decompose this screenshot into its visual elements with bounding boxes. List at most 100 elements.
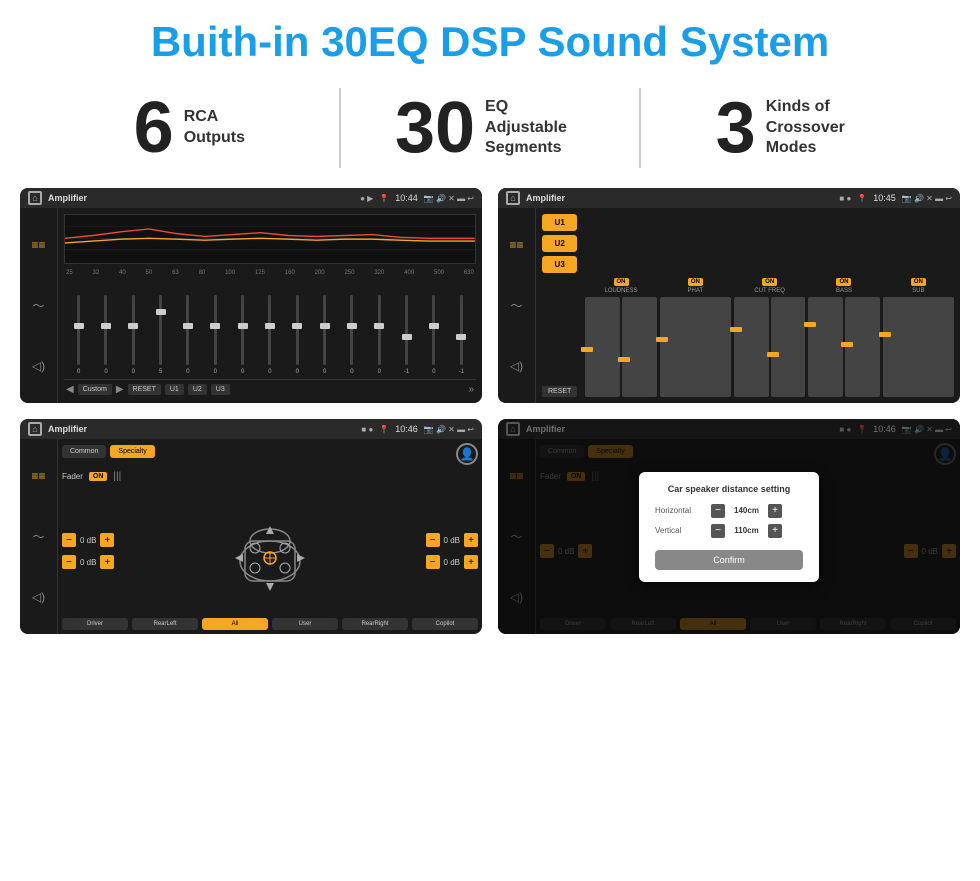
slider-col-6[interactable]: 0: [203, 295, 228, 375]
slider-thumb-13[interactable]: [402, 334, 412, 340]
driver-btn[interactable]: Driver: [62, 618, 128, 630]
slider-col-10[interactable]: 0: [312, 295, 337, 375]
sub-slider-1[interactable]: [883, 297, 954, 397]
tab-common[interactable]: Common: [62, 445, 106, 458]
prev-arrow[interactable]: ◀: [66, 384, 74, 395]
bass-slider-1[interactable]: [808, 297, 843, 397]
sub-thumb-1[interactable]: [879, 332, 891, 337]
slider-track-3[interactable]: [132, 295, 135, 365]
slider-thumb-8[interactable]: [265, 323, 275, 329]
loudness-thumb-2[interactable]: [618, 357, 630, 362]
vol-minus-2[interactable]: −: [62, 555, 76, 569]
slider-thumb-11[interactable]: [347, 323, 357, 329]
cutfreq-thumb-1[interactable]: [730, 327, 742, 332]
slider-track-12[interactable]: [378, 295, 381, 365]
loudness-slider-2[interactable]: [622, 297, 657, 397]
slider-thumb-6[interactable]: [210, 323, 220, 329]
slider-col-3[interactable]: 0: [121, 295, 146, 375]
stat-number-eq: 30: [395, 92, 475, 164]
vol-plus-4[interactable]: +: [464, 555, 478, 569]
status-time-2: 10:45: [873, 193, 896, 203]
bass-thumb-2[interactable]: [841, 342, 853, 347]
slider-col-12[interactable]: 0: [367, 295, 392, 375]
slider-thumb-4[interactable]: [156, 309, 166, 315]
loudness-slider-1[interactable]: [585, 297, 620, 397]
slider-col-2[interactable]: 0: [93, 295, 118, 375]
speaker-icon: ◁): [32, 359, 45, 373]
vol-minus-4[interactable]: −: [426, 555, 440, 569]
slider-thumb-2[interactable]: [101, 323, 111, 329]
slider-track-8[interactable]: [268, 295, 271, 365]
slider-thumb-3[interactable]: [128, 323, 138, 329]
u1-button[interactable]: U1: [165, 384, 184, 395]
bass-slider-2[interactable]: [845, 297, 880, 397]
slider-col-4[interactable]: 5: [148, 295, 173, 375]
custom-button[interactable]: Custom: [78, 384, 112, 395]
slider-col-1[interactable]: 0: [66, 295, 91, 375]
vertical-control: − 110cm +: [711, 524, 782, 538]
user-btn[interactable]: User: [272, 618, 338, 630]
u3-btn-screen2[interactable]: U3: [542, 256, 577, 273]
slider-col-13[interactable]: -1: [394, 295, 419, 375]
vol-minus-3[interactable]: −: [426, 533, 440, 547]
vertical-minus[interactable]: −: [711, 524, 725, 538]
slider-col-5[interactable]: 0: [175, 295, 200, 375]
reset-btn-screen2[interactable]: RESET: [542, 386, 577, 397]
slider-track-1[interactable]: [77, 295, 80, 365]
u1-btn-screen2[interactable]: U1: [542, 214, 577, 231]
slider-track-13[interactable]: [405, 295, 408, 365]
slider-thumb-15[interactable]: [456, 334, 466, 340]
rearleft-btn[interactable]: RearLeft: [132, 618, 198, 630]
slider-track-2[interactable]: [104, 295, 107, 365]
slider-thumb-10[interactable]: [320, 323, 330, 329]
slider-col-11[interactable]: 0: [339, 295, 364, 375]
fader-sliders-icon: |||: [113, 471, 121, 482]
vol-plus-1[interactable]: +: [100, 533, 114, 547]
next-arrow[interactable]: ▶: [116, 384, 124, 395]
slider-thumb-12[interactable]: [374, 323, 384, 329]
vertical-label: Vertical: [655, 526, 705, 535]
slider-thumb-9[interactable]: [292, 323, 302, 329]
vol-plus-3[interactable]: +: [464, 533, 478, 547]
cutfreq-thumb-2[interactable]: [767, 352, 779, 357]
slider-track-5[interactable]: [186, 295, 189, 365]
slider-thumb-5[interactable]: [183, 323, 193, 329]
tab-specialty[interactable]: Specialty: [110, 445, 154, 458]
slider-col-15[interactable]: -1: [449, 295, 474, 375]
copilot-btn[interactable]: Copilot: [412, 618, 478, 630]
slider-thumb-1[interactable]: [74, 323, 84, 329]
u3-button[interactable]: U3: [211, 384, 230, 395]
vol-plus-2[interactable]: +: [100, 555, 114, 569]
cutfreq-slider-1[interactable]: [734, 297, 769, 397]
slider-thumb-14[interactable]: [429, 323, 439, 329]
horizontal-plus[interactable]: +: [768, 504, 782, 518]
slider-col-14[interactable]: 0: [421, 295, 446, 375]
slider-track-10[interactable]: [323, 295, 326, 365]
slider-track-14[interactable]: [432, 295, 435, 365]
slider-track-15[interactable]: [460, 295, 463, 365]
slider-track-11[interactable]: [350, 295, 353, 365]
phat-slider-1[interactable]: [660, 297, 731, 397]
slider-col-9[interactable]: 0: [285, 295, 310, 375]
horizontal-minus[interactable]: −: [711, 504, 725, 518]
slider-col-7[interactable]: 0: [230, 295, 255, 375]
channels-area: ON LOUDNESS ON: [585, 214, 954, 397]
vertical-plus[interactable]: +: [768, 524, 782, 538]
rearright-btn[interactable]: RearRight: [342, 618, 408, 630]
slider-track-9[interactable]: [296, 295, 299, 365]
all-btn[interactable]: All: [202, 618, 268, 630]
cutfreq-slider-2[interactable]: [771, 297, 806, 397]
slider-col-8[interactable]: 0: [257, 295, 282, 375]
bass-thumb-1[interactable]: [804, 322, 816, 327]
slider-thumb-7[interactable]: [238, 323, 248, 329]
u2-button[interactable]: U2: [188, 384, 207, 395]
slider-track-4[interactable]: [159, 295, 162, 365]
confirm-button[interactable]: Confirm: [655, 550, 803, 570]
phat-thumb-1[interactable]: [656, 337, 668, 342]
slider-track-6[interactable]: [214, 295, 217, 365]
reset-button-1[interactable]: RESET: [128, 384, 161, 395]
slider-track-7[interactable]: [241, 295, 244, 365]
vol-minus-1[interactable]: −: [62, 533, 76, 547]
loudness-thumb-1[interactable]: [581, 347, 593, 352]
u2-btn-screen2[interactable]: U2: [542, 235, 577, 252]
